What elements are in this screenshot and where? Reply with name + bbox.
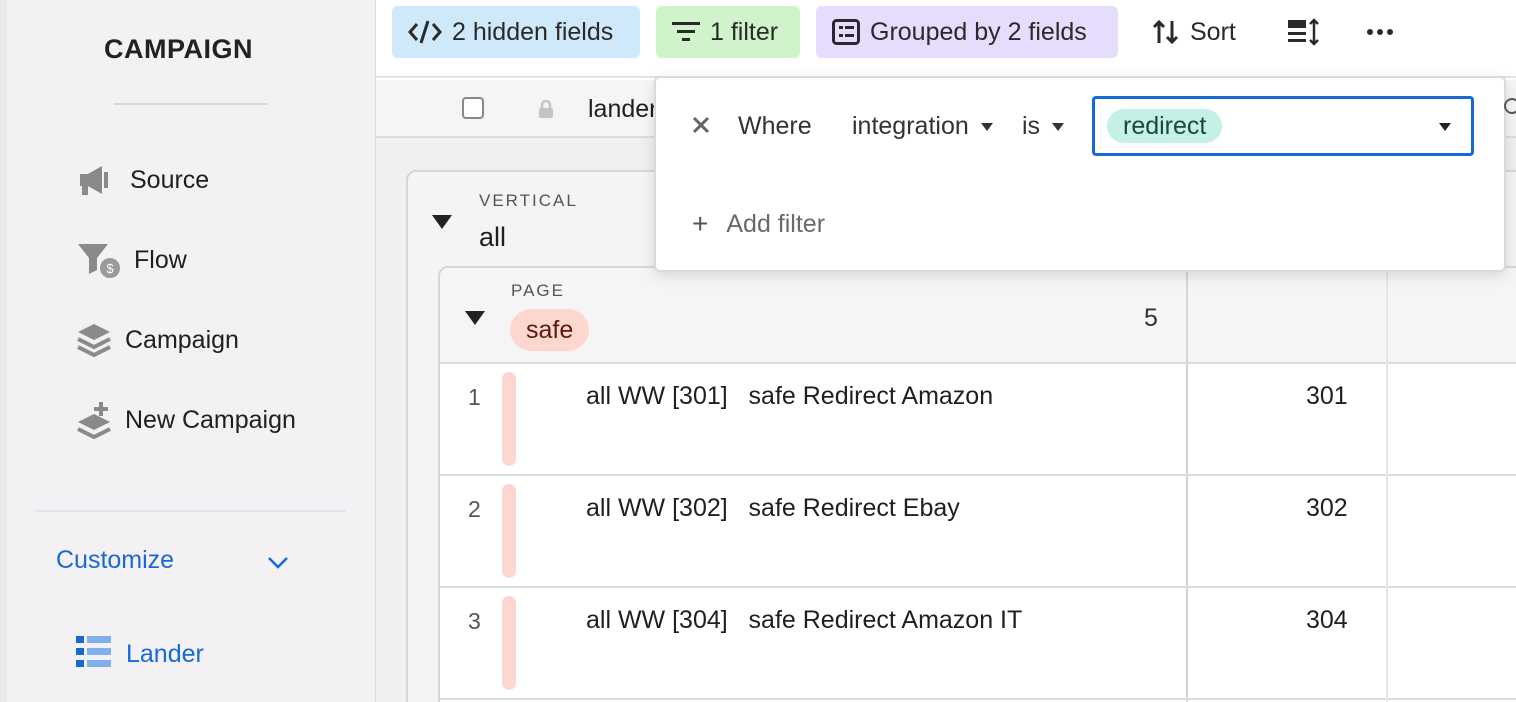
column-divider xyxy=(1386,268,1388,702)
collapse-page-toggle[interactable] xyxy=(465,311,485,325)
sidebar-edge xyxy=(0,0,7,702)
column-header-lander[interactable]: lander xyxy=(588,95,658,124)
divider xyxy=(36,510,346,512)
chevron-down-icon[interactable] xyxy=(266,550,290,574)
filter-value-pill: redirect xyxy=(1107,109,1223,143)
row-height-button[interactable] xyxy=(1288,6,1320,58)
filter-operator-select[interactable]: is xyxy=(1022,112,1065,141)
sidebar-item-flow[interactable]: $ Flow xyxy=(76,242,187,278)
add-filter-label: Add filter xyxy=(726,209,826,238)
column-divider xyxy=(1186,268,1188,702)
group-record-count: 5 xyxy=(1144,304,1158,332)
sort-button[interactable]: Sort xyxy=(1152,6,1236,58)
close-icon xyxy=(692,116,710,134)
sidebar-item-source[interactable]: Source xyxy=(76,162,209,198)
group-field-label: VERTICAL xyxy=(479,191,578,210)
sidebar-item-label: Lander xyxy=(126,640,204,668)
hidden-fields-button[interactable]: 2 hidden fields xyxy=(392,6,640,58)
caret-down-icon xyxy=(1439,123,1451,131)
row-lander-name[interactable]: all WW [302] safe Redirect Ebay xyxy=(586,494,960,523)
table-row[interactable]: 2 all WW [302] safe Redirect Ebay 302 xyxy=(440,474,1516,586)
search-icon[interactable] xyxy=(1502,96,1516,120)
caret-down-icon xyxy=(1052,122,1065,131)
table-row[interactable]: 1 all WW [301] safe Redirect Amazon 301 xyxy=(440,362,1516,474)
table-row[interactable]: 3 all WW [304] safe Redirect Amazon IT 3… xyxy=(440,586,1516,698)
group-value-pill: safe xyxy=(510,309,590,351)
caret-down-icon xyxy=(980,122,993,131)
filter-operator-value: is xyxy=(1022,112,1041,140)
plus-icon: + xyxy=(692,208,709,239)
row-code[interactable]: 304 xyxy=(1306,606,1348,635)
sidebar-item-lander[interactable]: Lander xyxy=(76,636,204,673)
filter-field-select[interactable]: integration xyxy=(852,112,993,141)
table-row[interactable] xyxy=(440,698,1516,702)
group-value: all xyxy=(479,222,507,252)
group-field-label: PAGE xyxy=(511,281,565,300)
sidebar-item-label: Campaign xyxy=(125,325,239,354)
select-all-checkbox[interactable] xyxy=(462,97,484,119)
group-label: Grouped by 2 fields xyxy=(870,17,1087,46)
customize-toggle[interactable]: Customize xyxy=(56,546,174,575)
row-code[interactable]: 301 xyxy=(1306,382,1348,411)
row-code[interactable]: 302 xyxy=(1306,494,1348,523)
code-hide-icon xyxy=(408,20,442,44)
filter-where-label: Where xyxy=(738,112,812,140)
row-number: 2 xyxy=(468,496,481,522)
more-icon xyxy=(1367,29,1393,35)
row-number: 1 xyxy=(468,384,481,410)
remove-filter-button[interactable] xyxy=(692,116,710,139)
row-lander-name[interactable]: all WW [301] safe Redirect Amazon xyxy=(586,382,993,411)
sidebar-item-new-campaign[interactable]: New Campaign xyxy=(76,402,296,440)
layers-icon xyxy=(76,322,116,358)
sidebar-item-label: Source xyxy=(130,165,210,194)
group-button[interactable]: Grouped by 2 fields xyxy=(816,6,1118,58)
collapse-vertical-toggle[interactable] xyxy=(432,215,452,229)
sidebar-item-campaign[interactable]: Campaign xyxy=(76,322,239,358)
more-options-button[interactable] xyxy=(1366,6,1394,58)
filter-icon xyxy=(672,22,700,41)
sidebar: CAMPAIGN Source $ Flow Campaign New Camp… xyxy=(0,0,376,702)
row-color-bar xyxy=(502,596,516,690)
filter-value-select[interactable]: redirect xyxy=(1092,96,1474,156)
app-title: CAMPAIGN xyxy=(104,34,253,64)
row-number: 3 xyxy=(468,608,481,634)
hidden-fields-label: 2 hidden fields xyxy=(452,17,614,46)
view-toolbar: 2 hidden fields 1 filter Grouped by 2 fi… xyxy=(376,0,1516,78)
group-icon xyxy=(832,19,860,45)
filter-button[interactable]: 1 filter xyxy=(656,6,800,58)
filter-field-value: integration xyxy=(852,112,969,140)
divider xyxy=(114,103,268,105)
list-icon xyxy=(76,636,112,673)
add-filter-button[interactable]: + Add filter xyxy=(692,208,825,240)
svg-text:$: $ xyxy=(106,261,114,276)
filter-popover: Where integration is redirect + Add filt… xyxy=(654,76,1506,272)
funnel-dollar-icon: $ xyxy=(76,242,120,278)
filter-label: 1 filter xyxy=(710,17,779,46)
sort-icon xyxy=(1152,19,1179,45)
row-color-bar xyxy=(502,372,516,466)
sidebar-item-label: New Campaign xyxy=(125,405,296,434)
row-color-bar xyxy=(502,484,516,578)
layers-add-icon xyxy=(76,402,116,440)
row-lander-name[interactable]: all WW [304] safe Redirect Amazon IT xyxy=(586,606,1022,635)
lock-icon xyxy=(538,99,554,123)
megaphone-icon xyxy=(76,162,116,198)
row-height-icon xyxy=(1288,18,1319,46)
sidebar-item-label: Flow xyxy=(134,245,187,274)
sort-label: Sort xyxy=(1190,17,1236,46)
